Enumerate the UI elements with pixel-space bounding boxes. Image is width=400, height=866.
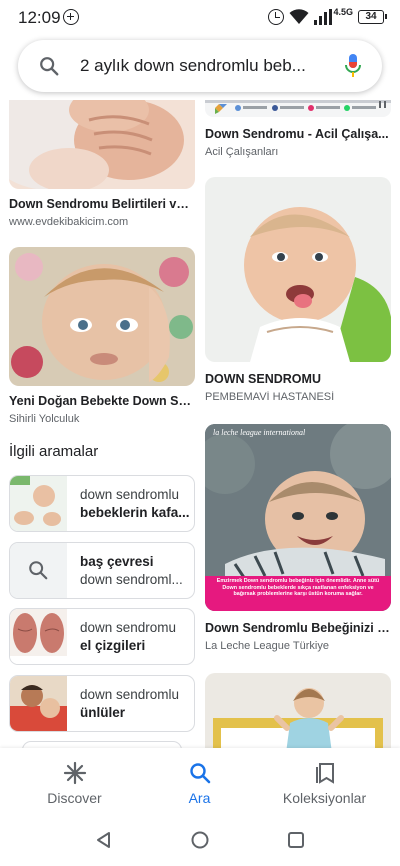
related-search-item[interactable]: baş çevresi down sendroml... [9,542,195,599]
result-image[interactable] [205,100,391,117]
signal-icon [314,9,333,25]
result-image[interactable] [205,177,391,362]
nav-collections[interactable]: Koleksiyonlar [258,748,391,818]
status-icons: 4.5G 34 [268,7,387,27]
collections-icon [315,763,334,784]
image-caption: Emzirmek Down sendromlu bebeğiniz için ö… [216,578,380,598]
related-searches-heading: İlgili aramalar [9,443,99,460]
nav-search-label: Ara [188,790,211,806]
result-title[interactable]: Down Sendromlu Bebeğinizi E... [205,621,391,635]
result-title[interactable]: DOWN SENDROMU [205,372,391,386]
related-search-item[interactable]: down sendromu el çizgileri [9,608,195,665]
related-search-item[interactable]: down sendromlu ünlüler [9,675,195,732]
system-navigation-bar [0,818,400,866]
related-search-line1: baş çevresi [80,554,154,569]
related-search-item[interactable]: down sendromlu bebeklerin kafa... [9,475,195,532]
results-right-column: Down Sendromu - Acil Çalışa... Acil Çalı… [205,100,391,758]
related-search-line2: el çizgileri [80,638,146,653]
nav-discover[interactable]: Discover [8,748,141,818]
la-leche-logo: la leche league international [213,428,306,437]
microphone-icon[interactable] [344,53,362,79]
search-input[interactable]: 2 aylık down sendromlu beb... [80,56,330,76]
related-thumbnail [10,543,67,598]
result-source: www.evdekibakicim.com [9,216,129,228]
results-left-column: Down Sendromu Belirtileri ve ... www.evd… [9,100,195,425]
related-search-line1: down sendromu [80,620,177,635]
asterisk-icon [63,761,86,785]
result-image[interactable] [205,673,391,758]
image-result-card[interactable]: Yeni Doğan Bebekte Down Se... Sihirli Yo… [9,247,195,425]
result-title[interactable]: Down Sendromu - Acil Çalışa... [205,127,391,141]
result-source: Acil Çalışanları [205,146,279,158]
result-title[interactable]: Yeni Doğan Bebekte Down Se... [9,394,195,408]
image-result-card[interactable] [205,673,391,758]
related-search-line2: bebeklerin kafa... [80,505,190,520]
bottom-navigation: Discover Ara Koleksiyonlar [0,748,400,818]
status-time: 12:09 [18,8,61,27]
nav-collections-label: Koleksiyonlar [282,790,367,806]
result-source: Sihirli Yolculuk [9,413,80,425]
related-search-line2: ünlüler [80,705,126,720]
result-image[interactable]: la leche league international Emzirmek D… [205,424,391,611]
image-result-card[interactable]: Down Sendromu Belirtileri ve ... www.evd… [9,100,195,228]
related-thumbnail [10,676,67,731]
back-icon[interactable] [94,830,114,850]
wifi-icon [289,9,309,24]
network-type: 4.5G [333,7,353,17]
result-source: PEMBEMAVİ HASTANESİ [205,391,335,403]
status-bar: 12:09 4.5G 34 [0,0,400,34]
nav-search[interactable]: Ara [133,748,266,818]
search-bar[interactable]: 2 aylık down sendromlu beb... [18,40,382,92]
image-result-card[interactable]: DOWN SENDROMU PEMBEMAVİ HASTANESİ [205,177,391,403]
add-circle-icon [63,9,79,25]
recents-icon[interactable] [286,830,306,850]
search-icon [189,763,210,784]
search-icon [29,561,48,580]
nav-discover-label: Discover [47,790,102,806]
related-search-line1: down sendromlu [80,687,180,702]
related-thumbnail [10,609,67,664]
related-search-line1: down sendromlu [80,487,180,502]
related-thumbnail [10,476,67,531]
image-result-card[interactable]: Down Sendromu - Acil Çalışa... Acil Çalı… [205,100,391,158]
result-image[interactable] [9,100,195,189]
home-icon[interactable] [190,830,210,850]
search-icon[interactable] [38,55,60,77]
result-source: La Leche League Türkiye [205,640,329,652]
battery-icon: 34 [358,10,387,24]
image-result-card[interactable]: la leche league international Emzirmek D… [205,424,391,652]
result-image[interactable] [9,247,195,386]
alarm-icon [268,9,285,25]
related-search-line2: down sendroml... [80,572,183,587]
result-title[interactable]: Down Sendromu Belirtileri ve ... [9,197,195,211]
